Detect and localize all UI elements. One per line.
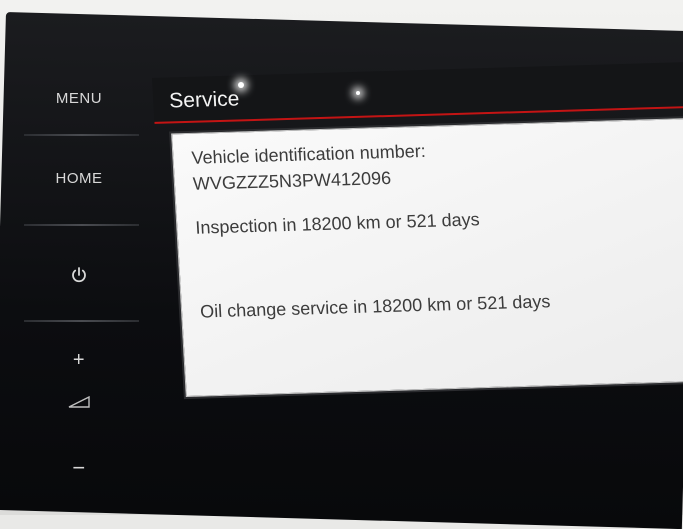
minus-icon: − [72,455,86,480]
inspection-text: Inspection in 18200 km or 521 days [194,209,481,238]
display-screen: Service Vehicle identification number: W… [152,61,683,417]
volume-up-button[interactable]: + [14,340,144,380]
service-info-panel: Vehicle identification number: WVGZZZ5N3… [171,117,683,398]
home-button[interactable]: HOME [14,158,144,198]
page-title: Service [168,87,240,113]
light-reflection [238,82,244,88]
divider [24,224,139,226]
home-button-label: HOME [55,169,103,187]
vin-label: Vehicle identification number: [190,140,427,168]
side-button-column: MENU HOME + − [14,70,144,510]
light-reflection [356,91,360,95]
volume-indicator [14,382,144,422]
divider [24,134,139,136]
power-icon [72,267,86,283]
plus-icon: + [72,348,86,371]
oil-change-text: Oil change service in 18200 km or 521 da… [199,291,551,322]
device-frame: MENU HOME + − Service Vehicle identifica… [0,0,683,529]
volume-icon [68,396,90,408]
divider [24,320,139,322]
menu-button[interactable]: MENU [14,78,144,118]
power-button[interactable] [14,255,144,295]
volume-down-button[interactable]: − [14,448,144,488]
menu-button-label: MENU [55,89,103,107]
vin-value: WVGZZZ5N3PW412096 [192,167,392,194]
